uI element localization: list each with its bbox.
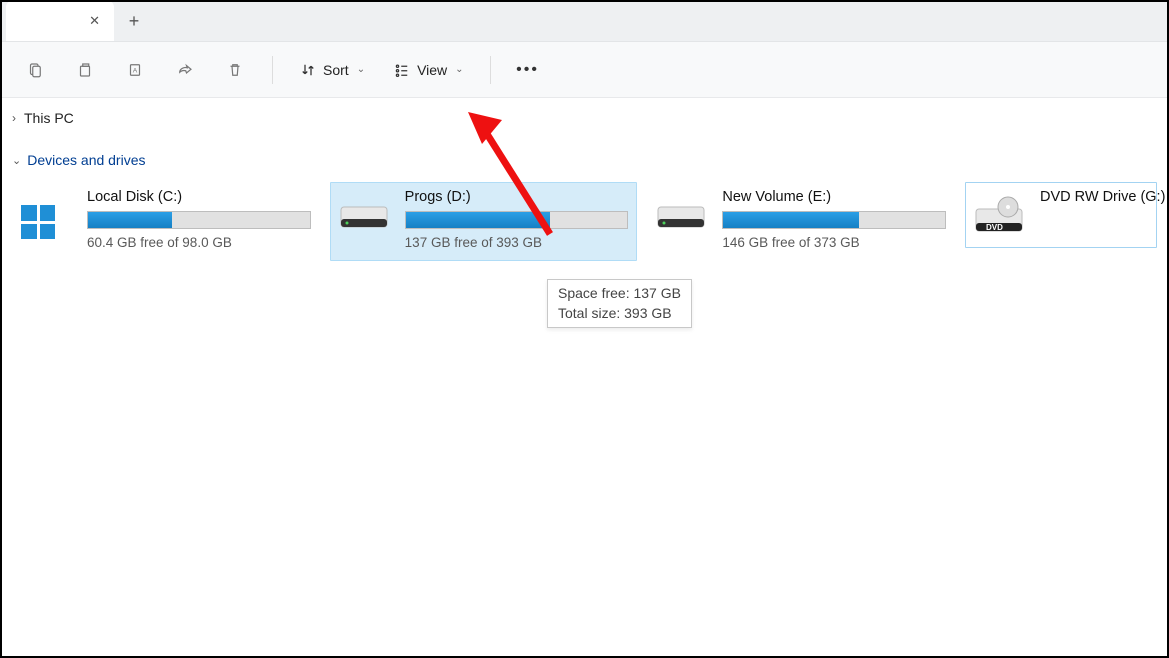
sort-label: Sort: [323, 62, 349, 78]
drive-item-local-disk-c[interactable]: Local Disk (C:) 60.4 GB free of 98.0 GB: [12, 182, 320, 261]
chevron-down-icon: ⌄: [455, 64, 463, 75]
more-button[interactable]: •••: [507, 50, 549, 90]
share-button[interactable]: [164, 50, 206, 90]
separator: [272, 56, 273, 84]
breadcrumb-bar[interactable]: › This PC: [2, 98, 1167, 138]
dvd-drive-icon: DVD: [974, 189, 1028, 237]
drive-item-new-volume-e[interactable]: New Volume (E:) 146 GB free of 373 GB: [647, 182, 955, 261]
new-tab-button[interactable]: +: [114, 1, 154, 41]
sort-button[interactable]: Sort ⌄: [289, 50, 375, 90]
group-title: Devices and drives: [27, 152, 145, 168]
delete-button[interactable]: [214, 50, 256, 90]
drive-tooltip: Space free: 137 GB Total size: 393 GB: [547, 279, 692, 328]
breadcrumb-location[interactable]: This PC: [24, 110, 74, 126]
tooltip-space-free: Space free: 137 GB: [558, 284, 681, 304]
cut-button[interactable]: [14, 50, 56, 90]
drive-name: New Volume (E:): [722, 189, 946, 205]
close-tab-icon[interactable]: ✕: [89, 13, 100, 29]
paste-button[interactable]: A: [114, 50, 156, 90]
view-label: View: [417, 62, 447, 78]
drive-free-text: 146 GB free of 373 GB: [722, 235, 946, 250]
windows-drive-icon: [21, 189, 75, 250]
svg-text:A: A: [133, 67, 138, 74]
drive-name: DVD RW Drive (G:): [1040, 189, 1165, 205]
storage-bar: [405, 211, 629, 229]
tab-active[interactable]: ✕: [6, 1, 114, 41]
drive-item-progs-d[interactable]: Progs (D:) 137 GB free of 393 GB: [330, 182, 638, 261]
content-area: ⌄ Devices and drives Local Disk (C:) 60.…: [2, 138, 1167, 261]
hdd-icon: [656, 189, 710, 250]
storage-bar: [722, 211, 946, 229]
storage-bar: [87, 211, 311, 229]
tooltip-total-size: Total size: 393 GB: [558, 304, 681, 324]
drive-free-text: 137 GB free of 393 GB: [405, 235, 629, 250]
chevron-down-icon: ⌄: [12, 154, 21, 167]
tab-bar: ✕ +: [2, 2, 1167, 42]
toolbar: A Sort ⌄ View ⌄ •••: [2, 42, 1167, 98]
chevron-right-icon: ›: [12, 111, 16, 125]
drive-item-dvd-rw-g[interactable]: DVD DVD RW Drive (G:): [965, 182, 1157, 248]
separator: [490, 56, 491, 84]
view-button[interactable]: View ⌄: [383, 50, 473, 90]
drives-row: Local Disk (C:) 60.4 GB free of 98.0 GB …: [12, 182, 1157, 261]
chevron-down-icon: ⌄: [357, 64, 365, 75]
drive-name: Progs (D:): [405, 189, 629, 205]
hdd-icon: [339, 189, 393, 250]
drive-name: Local Disk (C:): [87, 189, 311, 205]
drive-free-text: 60.4 GB free of 98.0 GB: [87, 235, 311, 250]
copy-button[interactable]: [64, 50, 106, 90]
svg-text:DVD: DVD: [986, 223, 1003, 232]
group-header-devices[interactable]: ⌄ Devices and drives: [12, 152, 1157, 168]
file-explorer-window: ✕ + A Sort ⌄ View ⌄ •••: [0, 0, 1169, 658]
